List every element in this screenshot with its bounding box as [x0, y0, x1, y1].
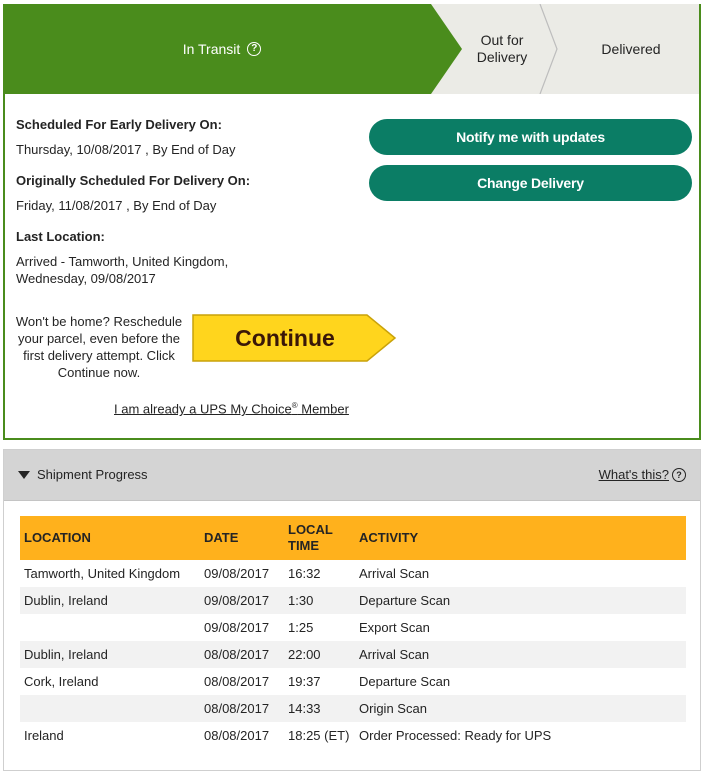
table-row: 09/08/2017 1:25 Export Scan: [20, 614, 686, 641]
last-location-label: Last Location:: [16, 229, 105, 244]
table-row: Cork, Ireland 08/08/2017 19:37 Departure Sc…: [20, 668, 686, 695]
shipment-progress-rows: Tamworth, United Kingdom 09/08/2017 16:32 A…: [20, 560, 686, 749]
cell-date: 09/08/2017: [204, 566, 270, 581]
cell-date: 08/08/2017: [200, 641, 284, 668]
step-in-transit-label: In Transit: [182, 40, 241, 57]
col-date: DATE: [200, 516, 284, 560]
cell-time: 1:30: [284, 587, 355, 614]
cell-activity: Export Scan: [359, 620, 430, 635]
table-row: Tamworth, United Kingdom 09/08/2017 16:32 A…: [20, 560, 686, 587]
cell-date: 09/08/2017: [200, 587, 284, 614]
table-header-row: LOCATION DATE LOCAL TIME ACTIVITY: [20, 516, 686, 560]
cell-date: 08/08/2017: [204, 674, 270, 689]
cell-time: 1:25: [288, 620, 314, 635]
cell-time: 14:33: [284, 695, 355, 722]
early-delivery-label: Scheduled For Early Delivery On:: [16, 117, 222, 132]
table-row: Ireland 08/08/2017 18:25 (ET) Order Process…: [20, 722, 686, 749]
shipment-progress-panel: Shipment Progress What's this? ? LOCATIO…: [3, 449, 701, 771]
continue-button-label: Continue: [235, 324, 335, 351]
cell-activity: Origin Scan: [355, 695, 686, 722]
question-icon: ?: [672, 467, 686, 482]
cell-location: Tamworth, United Kingdom: [24, 566, 181, 581]
step-delivered-label: Delivered: [601, 40, 661, 57]
cell-location: [20, 614, 200, 641]
cell-activity: Order Processed: Ready for UPS: [359, 728, 552, 743]
last-location-value-line1: Arrived - Tamworth, United Kingdom,: [16, 254, 229, 269]
cell-time: 19:37: [288, 674, 321, 689]
shipment-progress-toggle[interactable]: Shipment Progress: [18, 467, 148, 482]
cell-location: Ireland: [24, 728, 64, 743]
col-local-time-label: LOCAL TIME: [288, 522, 333, 553]
cell-location: Cork, Ireland: [24, 674, 99, 689]
reschedule-prompt: Won't be home? Reschedule your parcel, e…: [15, 314, 183, 380]
cell-location: [20, 695, 200, 722]
table-row: 08/08/2017 14:33 Origin Scan: [20, 695, 686, 722]
col-location: LOCATION: [20, 516, 200, 560]
step-out-for-delivery-line1: Out for: [480, 32, 524, 48]
table-row: Dublin, Ireland 09/08/2017 1:30 Departure S…: [20, 587, 686, 614]
notify-updates-button[interactable]: Notify me with updates: [369, 119, 692, 155]
continue-button[interactable]: Continue: [191, 313, 397, 363]
shipment-progress-title: Shipment Progress: [37, 467, 148, 482]
early-delivery-value: Thursday, 10/08/2017 , By End of Day: [16, 142, 236, 157]
col-activity: ACTIVITY: [355, 516, 686, 560]
step-out-for-delivery: Out for Delivery: [445, 4, 559, 94]
cell-date: 08/08/2017: [204, 728, 270, 743]
shipment-progress-table: LOCATION DATE LOCAL TIME ACTIVITY Tamwor…: [20, 516, 686, 749]
cell-location: Dublin, Ireland: [20, 587, 200, 614]
cell-activity: Departure Scan: [359, 674, 451, 689]
cell-activity: Arrival Scan: [359, 566, 430, 581]
cell-date: 09/08/2017: [204, 620, 270, 635]
cell-date: 08/08/2017: [200, 695, 284, 722]
member-link-text: I am already a UPS My Choice: [114, 401, 292, 417]
shipment-progress-header: Shipment Progress What's this? ?: [4, 450, 700, 501]
step-delivered: Delivered: [561, 4, 701, 94]
cell-time: 16:32: [288, 566, 321, 581]
whats-this-link[interactable]: What's this? ?: [599, 467, 686, 482]
progress-tracker: In Transit ? Out for Delivery Delivered: [5, 4, 701, 94]
cell-time: 22:00: [284, 641, 355, 668]
whats-this-text[interactable]: What's this?: [599, 467, 669, 482]
member-link-suffix: Member: [297, 401, 349, 417]
cell-location: Dublin, Ireland: [20, 641, 200, 668]
last-location-value-line2: Wednesday, 09/08/2017: [16, 271, 156, 286]
caret-down-icon: [18, 470, 30, 479]
table-row: Dublin, Ireland 08/08/2017 22:00 Arrival Sc…: [20, 641, 686, 668]
col-local-time: LOCAL TIME: [284, 516, 355, 560]
cell-activity: Departure Scan: [355, 587, 686, 614]
step-in-transit: In Transit ?: [5, 4, 439, 94]
delivery-status-card: In Transit ? Out for Delivery Delivered …: [3, 4, 701, 440]
help-icon[interactable]: ?: [247, 42, 262, 56]
original-delivery-label: Originally Scheduled For Delivery On:: [16, 173, 251, 188]
change-delivery-button[interactable]: Change Delivery: [369, 165, 692, 201]
delivery-info: Scheduled For Early Delivery On: Thursda…: [16, 117, 366, 302]
original-delivery-value: Friday, 11/08/2017 , By End of Day: [16, 198, 217, 213]
cell-activity: Arrival Scan: [355, 641, 686, 668]
cell-time: 18:25 (ET): [288, 728, 350, 743]
my-choice-member-link[interactable]: I am already a UPS My Choice® Member: [114, 401, 349, 416]
step-out-for-delivery-line2: Delivery: [476, 49, 528, 65]
